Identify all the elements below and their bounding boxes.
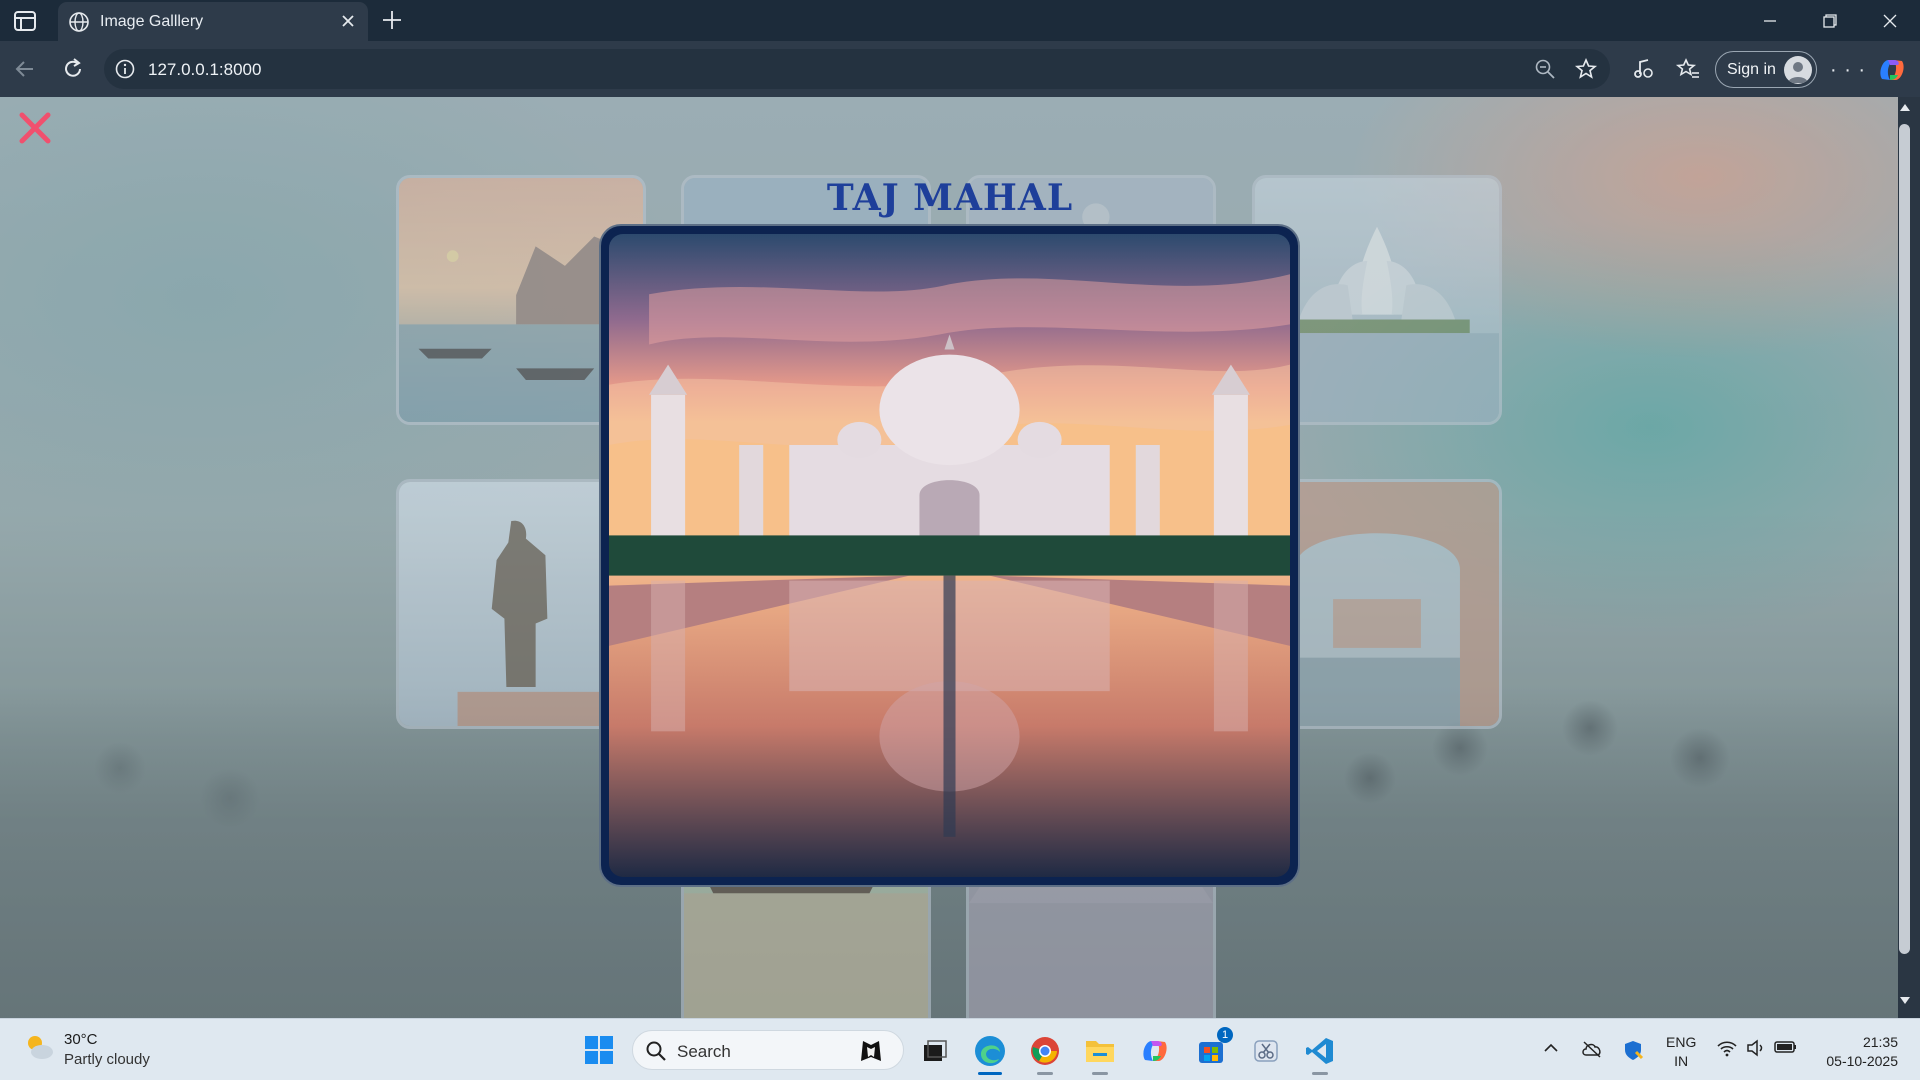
show-hidden-icons-chevron-up-icon[interactable] (1542, 1039, 1560, 1062)
sidebar-toggle-icon[interactable] (12, 9, 38, 33)
address-bar[interactable]: 127.0.0.1:8000 (104, 49, 1610, 89)
browser-tab-active[interactable]: Image Galllery (58, 2, 368, 41)
zoom-out-icon[interactable] (1534, 58, 1556, 85)
tab-close-icon[interactable] (338, 11, 358, 36)
file-explorer-icon[interactable] (1080, 1031, 1120, 1075)
media-music-icon[interactable] (1630, 56, 1656, 87)
edge-browser-icon[interactable] (970, 1031, 1010, 1075)
site-info-icon[interactable] (114, 58, 136, 85)
search-highlight-icon (855, 1035, 887, 1072)
security-shield-icon[interactable] (1622, 1039, 1644, 1066)
copilot-app-icon[interactable] (1135, 1031, 1175, 1071)
favorite-star-icon[interactable] (1574, 57, 1598, 86)
back-arrow-icon[interactable] (12, 56, 38, 87)
page-viewport: TAJ MAHAL (0, 97, 1898, 1018)
window-close-icon[interactable] (1860, 0, 1920, 41)
task-view-icon[interactable] (914, 1031, 954, 1071)
browser-tab-bar: Image Galllery (0, 0, 1920, 41)
system-clock[interactable]: 21:35 05-10-2025 (1818, 1033, 1898, 1071)
windows-start-icon[interactable] (584, 1035, 614, 1070)
scroll-down-arrow-icon[interactable] (1898, 994, 1912, 1012)
store-notification-badge: 1 (1217, 1027, 1233, 1043)
battery-icon[interactable] (1774, 1039, 1798, 1060)
profile-avatar-icon (1784, 56, 1812, 84)
lightbox-frame (601, 226, 1298, 885)
weather-partly-cloudy-icon[interactable] (20, 1029, 56, 1070)
search-icon (645, 1040, 667, 1067)
more-options-icon[interactable]: · · · (1830, 60, 1866, 80)
vscode-icon[interactable] (1300, 1031, 1340, 1075)
clock-date: 05-10-2025 (1826, 1053, 1898, 1069)
onedrive-offline-icon[interactable] (1580, 1039, 1604, 1064)
close-lightbox-icon[interactable] (18, 111, 52, 145)
input-language-indicator[interactable]: ENG IN (1666, 1033, 1696, 1071)
globe-icon (68, 11, 90, 38)
lightbox-image-taj-mahal (609, 234, 1290, 877)
tab-title: Image Galllery (100, 13, 204, 30)
scrollbar-thumb[interactable] (1899, 124, 1910, 954)
search-label: Search (677, 1042, 731, 1061)
copilot-icon[interactable] (1876, 55, 1908, 90)
lightbox-title: TAJ MAHAL (826, 177, 1074, 219)
minimize-icon[interactable] (1740, 0, 1800, 41)
url-text: 127.0.0.1:8000 (148, 60, 262, 79)
taskbar-search-box[interactable]: Search (632, 1030, 904, 1070)
language-code: ENG (1666, 1034, 1697, 1050)
sign-in-button[interactable]: Sign in (1715, 51, 1817, 88)
wifi-icon[interactable] (1716, 1039, 1738, 1062)
weather-description[interactable]: Partly cloudy (64, 1051, 150, 1068)
windows-taskbar: 30°C Partly cloudy Search 1 ENG IN 21:35… (0, 1018, 1920, 1080)
chrome-icon[interactable] (1025, 1031, 1065, 1075)
scroll-up-arrow-icon[interactable] (1898, 100, 1912, 118)
weather-temperature[interactable]: 30°C (64, 1031, 98, 1048)
restore-icon[interactable] (1800, 0, 1860, 41)
language-region: IN (1674, 1053, 1689, 1069)
microsoft-store-icon[interactable]: 1 (1191, 1027, 1233, 1071)
clock-time: 21:35 (1862, 1034, 1898, 1050)
browser-toolbar: 127.0.0.1:8000 Sign in · · · (0, 41, 1920, 97)
volume-icon[interactable] (1746, 1039, 1766, 1062)
favorites-list-icon[interactable] (1675, 56, 1701, 87)
new-tab-icon[interactable] (380, 8, 404, 37)
sign-in-label: Sign in (1727, 61, 1776, 78)
snipping-tool-icon[interactable] (1246, 1031, 1286, 1071)
refresh-icon[interactable] (60, 56, 86, 87)
